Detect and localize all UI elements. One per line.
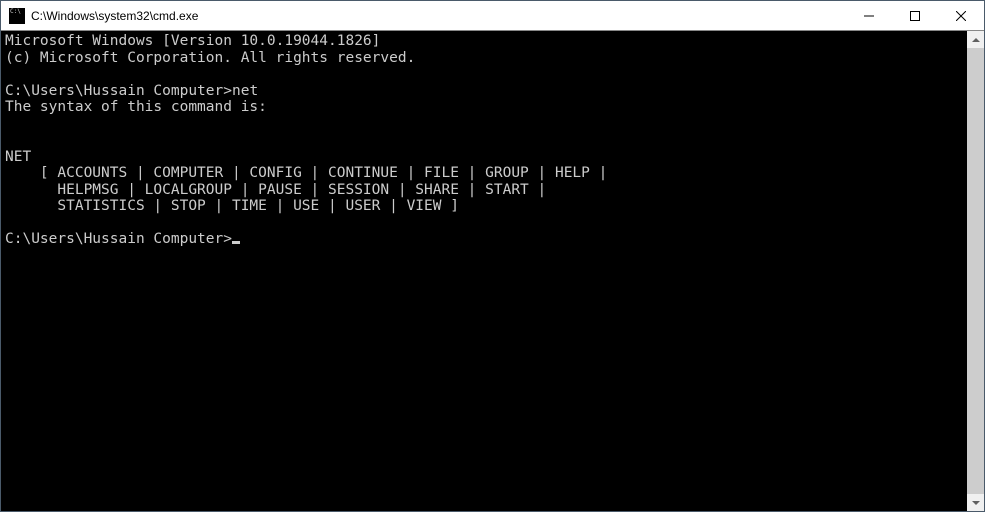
window-controls xyxy=(846,1,984,31)
maximize-button[interactable] xyxy=(892,1,938,31)
console-output[interactable]: Microsoft Windows [Version 10.0.19044.18… xyxy=(1,31,967,511)
cursor xyxy=(232,241,240,244)
cmd-icon xyxy=(9,8,25,24)
client-area: Microsoft Windows [Version 10.0.19044.18… xyxy=(1,31,984,511)
scroll-track[interactable] xyxy=(967,48,984,494)
scroll-up-arrow-icon[interactable] xyxy=(967,31,984,48)
console-line: Microsoft Windows [Version 10.0.19044.18… xyxy=(5,33,380,49)
window-title: C:\Windows\system32\cmd.exe xyxy=(31,9,846,23)
console-line: NET xyxy=(5,149,31,165)
minimize-button[interactable] xyxy=(846,1,892,31)
console-line: [ ACCOUNTS | COMPUTER | CONFIG | CONTINU… xyxy=(5,165,607,181)
scroll-down-arrow-icon[interactable] xyxy=(967,494,984,511)
console-line: The syntax of this command is: xyxy=(5,99,267,115)
console-line: C:\Users\Hussain Computer>net xyxy=(5,83,258,99)
command-text: net xyxy=(232,83,258,99)
console-line: (c) Microsoft Corporation. All rights re… xyxy=(5,50,415,66)
titlebar[interactable]: C:\Windows\system32\cmd.exe xyxy=(1,1,984,31)
vertical-scrollbar[interactable] xyxy=(967,31,984,511)
console-line: C:\Users\Hussain Computer> xyxy=(5,231,240,247)
prompt-text: C:\Users\Hussain Computer> xyxy=(5,83,232,99)
console-line: HELPMSG | LOCALGROUP | PAUSE | SESSION |… xyxy=(5,182,546,198)
scroll-thumb[interactable] xyxy=(967,48,984,494)
close-button[interactable] xyxy=(938,1,984,31)
console-line: STATISTICS | STOP | TIME | USE | USER | … xyxy=(5,198,459,214)
prompt-text: C:\Users\Hussain Computer> xyxy=(5,231,232,247)
